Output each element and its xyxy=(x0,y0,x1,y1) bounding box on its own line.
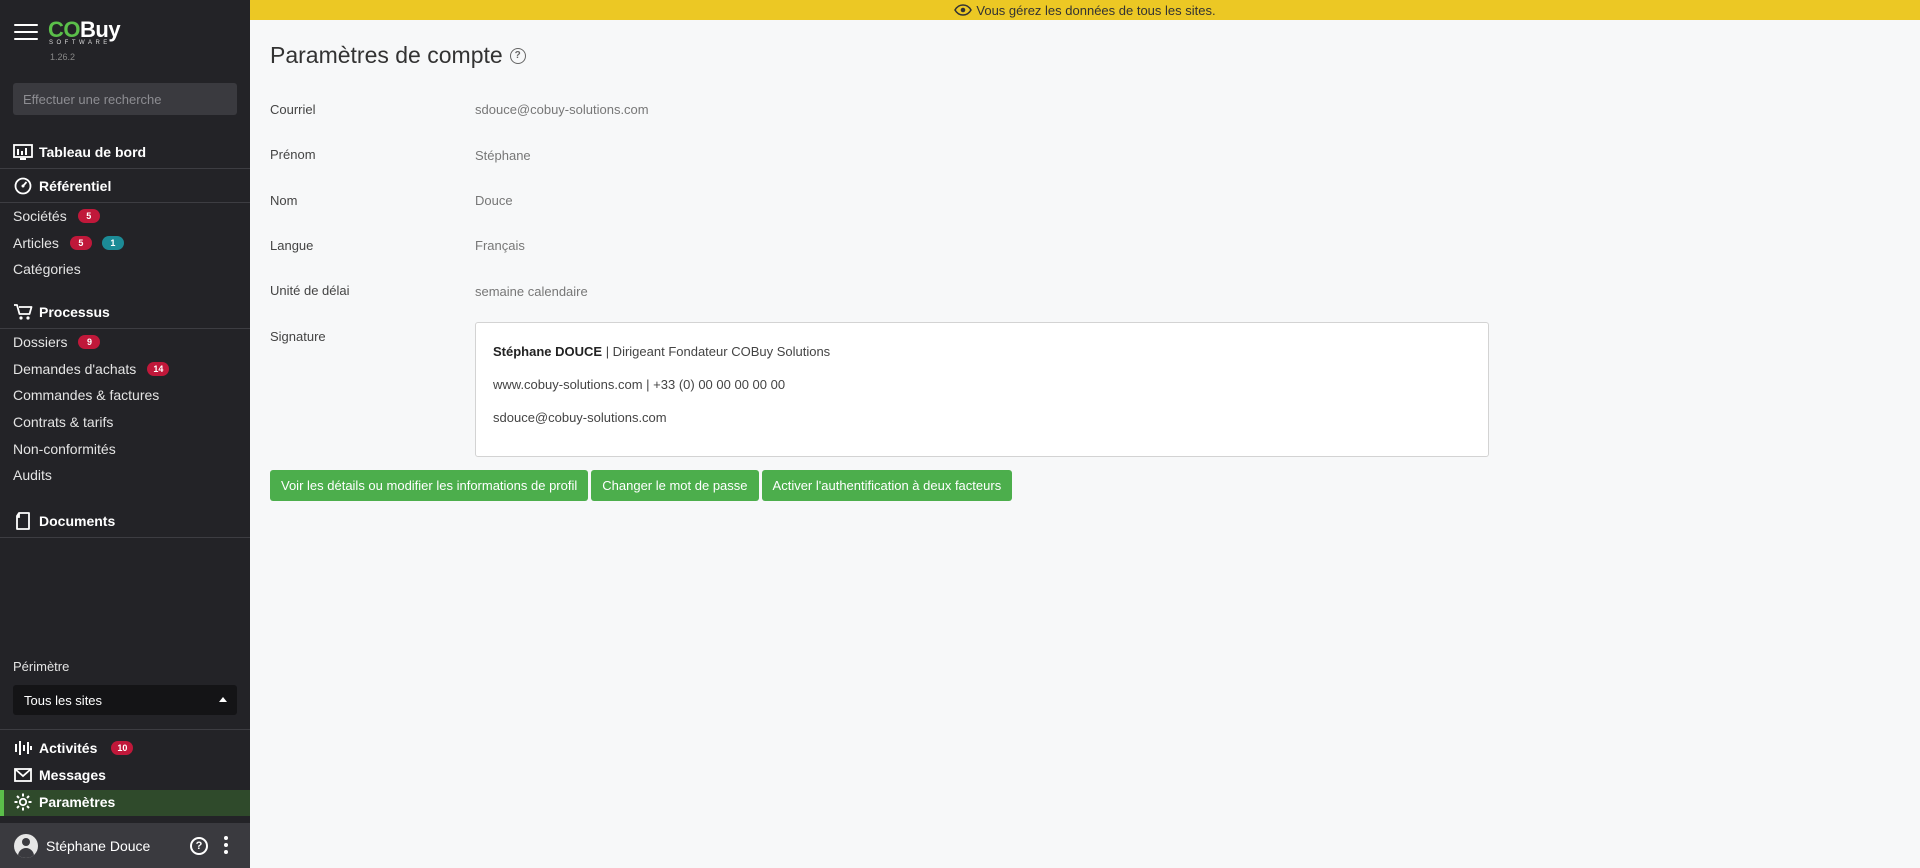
nav-dashboard[interactable]: Tableau de bord xyxy=(0,135,250,169)
change-password-button[interactable]: Changer le mot de passe xyxy=(591,470,759,501)
perimetre-select[interactable]: Tous les sites xyxy=(13,685,237,715)
user-bar: Stéphane Douce ? xyxy=(0,823,250,868)
sidebar-item-commandes-factures[interactable]: Commandes & factures xyxy=(13,384,159,406)
nav-processus-label: Processus xyxy=(39,303,110,320)
signature-box: Stéphane DOUCE | Dirigeant Fondateur COB… xyxy=(475,322,1489,457)
page-title: Paramètres de compte ? xyxy=(270,42,526,69)
sidebar-item-label: Sociétés xyxy=(13,208,67,224)
activity-icon xyxy=(13,738,33,758)
signature-role: | Dirigeant Fondateur COBuy Solutions xyxy=(602,344,831,359)
more-options-icon[interactable] xyxy=(223,836,229,856)
brand-area: COBuy SOFTWARE 1.26.2 xyxy=(0,0,250,72)
field-label-unite-delai: Unité de délai xyxy=(270,283,350,298)
nav-activites-label: Activités xyxy=(39,740,98,756)
sidebar-item-label: Catégories xyxy=(13,261,81,277)
signature-line-3: sdouce@cobuy-solutions.com xyxy=(493,410,667,425)
gauge-icon xyxy=(13,176,33,196)
count-badge: 5 xyxy=(77,209,100,223)
field-label-signature: Signature xyxy=(270,329,326,344)
nav-referentiel[interactable]: Référentiel xyxy=(0,169,250,203)
nav-messages-label: Messages xyxy=(39,767,106,783)
nav-documents-label: Documents xyxy=(39,512,116,529)
user-name[interactable]: Stéphane Douce xyxy=(46,838,150,854)
nav-processus[interactable]: Processus xyxy=(0,295,250,329)
count-badge: 14 xyxy=(147,362,170,376)
nav-parametres-label: Paramètres xyxy=(39,794,116,810)
document-icon xyxy=(13,511,33,531)
sidebar-item-label: Contrats & tarifs xyxy=(13,414,114,430)
field-value-nom: Douce xyxy=(475,193,513,208)
cobuy-logo[interactable]: COBuy SOFTWARE xyxy=(48,17,121,46)
main-content: Paramètres de compte ? Courriel sdouce@c… xyxy=(250,20,1920,868)
nav-dashboard-label: Tableau de bord xyxy=(39,143,147,160)
count-badge: 5 xyxy=(69,236,92,250)
field-label-courriel: Courriel xyxy=(270,102,316,117)
cart-icon xyxy=(13,302,33,322)
nav-messages[interactable]: Messages xyxy=(13,764,106,786)
sidebar-item-audits[interactable]: Audits xyxy=(13,464,52,486)
action-buttons: Voir les détails ou modifier les informa… xyxy=(270,470,1013,501)
field-value-langue: Français xyxy=(475,238,525,253)
count-badge: 9 xyxy=(78,335,101,349)
perimetre-label: Périmètre xyxy=(13,659,70,674)
field-value-unite-delai: semaine calendaire xyxy=(475,284,588,299)
sidebar-item-contrats-tarifs[interactable]: Contrats & tarifs xyxy=(13,411,113,433)
count-badge-secondary: 1 xyxy=(101,236,124,250)
eye-icon xyxy=(954,4,973,16)
sidebar-item-label: Commandes & factures xyxy=(13,387,160,403)
field-label-prenom: Prénom xyxy=(270,147,316,162)
site-scope-banner: Vous gérez les données de tous les sites… xyxy=(250,0,1920,20)
sidebar-item-label: Articles xyxy=(13,235,59,251)
field-value-prenom: Stéphane xyxy=(475,148,531,163)
field-label-langue: Langue xyxy=(270,238,314,253)
edit-profile-button[interactable]: Voir les détails ou modifier les informa… xyxy=(270,470,589,501)
nav-parametres[interactable]: Paramètres xyxy=(13,791,115,813)
avatar[interactable] xyxy=(14,833,38,858)
sidebar-item-dossiers[interactable]: Dossiers 9 xyxy=(13,331,101,353)
caret-up-icon xyxy=(219,697,227,702)
sidebar-item-label: Audits xyxy=(13,467,52,483)
help-icon[interactable]: ? xyxy=(190,837,208,855)
sidebar-item-label: Dossiers xyxy=(13,334,68,350)
envelope-icon xyxy=(13,765,33,785)
sidebar-item-categories[interactable]: Catégories xyxy=(13,258,81,280)
signature-line-1: Stéphane DOUCE | Dirigeant Fondateur COB… xyxy=(493,343,1471,361)
nav-referentiel-label: Référentiel xyxy=(39,177,112,194)
perimetre-value: Tous les sites xyxy=(24,692,103,708)
app-version: 1.26.2 xyxy=(50,52,76,62)
sidebar-item-societes[interactable]: Sociétés 5 xyxy=(13,205,100,227)
sidebar-item-articles[interactable]: Articles 5 1 xyxy=(13,232,124,254)
signature-line-2: www.cobuy-solutions.com | +33 (0) 00 00 … xyxy=(493,377,786,392)
nav-documents[interactable]: Documents xyxy=(0,504,250,538)
gear-icon xyxy=(13,792,33,812)
banner-text: Vous gérez les données de tous les sites… xyxy=(976,2,1216,18)
count-badge: 10 xyxy=(111,741,134,755)
sidebar: COBuy SOFTWARE 1.26.2 Tableau de bord Ré… xyxy=(0,0,250,868)
sidebar-item-demandes-achats[interactable]: Demandes d'achats 14 xyxy=(13,358,170,380)
dashboard-icon xyxy=(13,142,33,162)
sidebar-item-label: Non-conformités xyxy=(13,441,116,457)
help-icon[interactable]: ? xyxy=(509,47,526,64)
enable-2fa-button[interactable]: Activer l'authentification à deux facteu… xyxy=(761,470,1013,501)
field-value-courriel: sdouce@cobuy-solutions.com xyxy=(475,102,649,117)
sidebar-item-non-conformites[interactable]: Non-conformités xyxy=(13,438,116,460)
nav-activites[interactable]: Activités 10 xyxy=(13,737,134,759)
hamburger-menu-icon[interactable] xyxy=(14,24,38,42)
divider xyxy=(0,729,250,730)
field-label-nom: Nom xyxy=(270,193,298,208)
signature-name: Stéphane DOUCE xyxy=(493,344,603,359)
sidebar-item-label: Demandes d'achats xyxy=(13,361,137,377)
search-input[interactable] xyxy=(13,83,237,115)
